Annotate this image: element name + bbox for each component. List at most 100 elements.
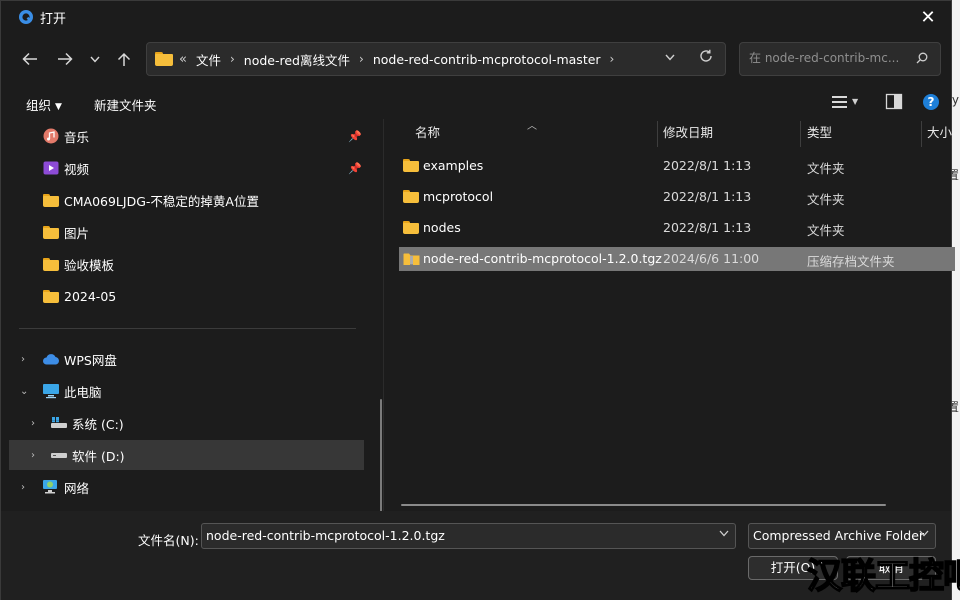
breadcrumb-separator[interactable]: › (230, 52, 235, 66)
sidebar-item-wps-drive[interactable]: › WPS网盘 (9, 344, 364, 374)
file-row[interactable]: mcprotocol 2022/8/1 1:13 文件夹 (399, 185, 955, 209)
sidebar-item-pictures[interactable]: 图片 (9, 217, 364, 247)
title-bar: 打开 ✕ (1, 1, 951, 33)
file-modified: 2022/8/1 1:13 (663, 158, 752, 173)
search-icon (916, 52, 928, 64)
sidebar-item-label: 图片 (64, 225, 90, 241)
arrow-right-icon (58, 52, 73, 66)
expand-chevron-icon[interactable]: › (31, 450, 35, 461)
folder-icon (403, 190, 419, 203)
folder-icon (403, 159, 419, 172)
file-row[interactable]: examples 2022/8/1 1:13 文件夹 (399, 154, 955, 178)
column-separator[interactable] (657, 121, 658, 147)
pin-icon: 📌 (348, 161, 362, 175)
sidebar-item-videos[interactable]: 视频 📌 (9, 153, 364, 183)
video-icon (43, 161, 59, 175)
back-button[interactable] (16, 47, 44, 71)
column-label: 修改日期 (663, 125, 714, 140)
computer-icon (43, 384, 59, 399)
horizontal-scrollbar[interactable] (401, 504, 886, 506)
sidebar-item-folder[interactable]: CMA069LJDG-不稳定的掉黄A位置 (9, 185, 364, 215)
preview-pane-icon[interactable] (885, 93, 905, 111)
sidebar-item-label: 音乐 (64, 129, 90, 145)
help-icon[interactable]: ? (921, 93, 941, 111)
navigation-pane: 音乐 📌 视频 📌 CMA069LJDG-不稳定的掉黄A位置 图片 验收模板 2… (9, 119, 382, 597)
file-type-value: Compressed Archive Folder (753, 528, 925, 543)
sidebar-item-drive-d[interactable]: › 软件 (D:) (9, 440, 364, 470)
column-separator[interactable] (800, 121, 801, 147)
sidebar-item-folder[interactable]: 验收模板 (9, 249, 364, 279)
filename-label: 文件名(N): (138, 533, 199, 548)
sidebar-item-music[interactable]: 音乐 📌 (9, 121, 364, 151)
breadcrumb-overflow[interactable]: « (179, 52, 187, 67)
search-box[interactable] (739, 42, 941, 76)
organize-label: 组织 (26, 98, 52, 113)
sidebar-item-folder[interactable]: 2024-05 (9, 281, 364, 311)
folder-icon (43, 193, 59, 207)
window-title: 打开 (40, 11, 67, 27)
view-caret-icon[interactable]: ▼ (852, 97, 858, 106)
file-type-select[interactable]: Compressed Archive Folder (748, 523, 936, 549)
column-label: 名称 (415, 125, 441, 140)
address-bar[interactable]: « 文件 › node-red离线文件 › node-red-contrib-m… (146, 42, 726, 76)
column-header-type[interactable]: 类型 (807, 119, 832, 147)
drive-d-icon (51, 453, 67, 458)
chevron-down-icon (90, 56, 100, 63)
view-options-icon[interactable] (831, 93, 851, 111)
breadcrumb-item[interactable]: node-red-contrib-mcprotocol-master (373, 52, 601, 67)
expand-chevron-icon[interactable]: › (21, 482, 25, 493)
sidebar-item-this-pc[interactable]: ⌄ 此电脑 (9, 376, 364, 406)
sort-ascending-icon: ︿ (527, 121, 537, 132)
zip-folder-icon (403, 253, 420, 265)
organize-menu[interactable]: 组织 ▼ (26, 95, 62, 114)
expand-chevron-icon[interactable]: › (31, 418, 35, 429)
file-type: 文件夹 (807, 223, 845, 238)
filename-combobox[interactable] (201, 523, 736, 549)
file-modified: 2024/6/6 11:00 (663, 251, 760, 266)
address-dropdown-button[interactable] (665, 51, 675, 64)
arrow-left-icon (22, 52, 37, 66)
sidebar-item-label: 软件 (D:) (72, 448, 125, 464)
music-icon (43, 128, 59, 144)
svg-text:?: ? (928, 95, 935, 109)
network-icon (43, 480, 57, 494)
folder-icon (43, 225, 59, 239)
pane-splitter[interactable] (383, 119, 384, 511)
file-name: nodes (423, 220, 461, 235)
folder-icon (403, 221, 419, 234)
collapse-chevron-icon[interactable]: ⌄ (20, 386, 28, 397)
breadcrumb-item[interactable]: 文件 (196, 50, 221, 69)
breadcrumb-separator[interactable]: › (359, 52, 364, 66)
up-button[interactable] (110, 47, 138, 71)
filename-input[interactable] (206, 528, 706, 543)
refresh-icon (700, 49, 712, 62)
expand-chevron-icon[interactable]: › (21, 354, 25, 365)
new-folder-button[interactable]: 新建文件夹 (94, 95, 157, 114)
sidebar-item-drive-c[interactable]: › 系统 (C:) (9, 408, 364, 438)
file-type: 压缩存档文件夹 (807, 254, 895, 269)
sidebar-divider (19, 328, 356, 329)
sidebar-item-label: 验收模板 (64, 257, 115, 273)
file-list: 名称 ︿ 修改日期 类型 大小 examples 2022/8/1 1:13 文… (397, 119, 955, 511)
breadcrumb-item[interactable]: node-red离线文件 (244, 50, 350, 69)
breadcrumb-separator[interactable]: › (610, 52, 615, 66)
column-header-modified[interactable]: 修改日期 (663, 119, 713, 147)
caret-down-icon: ▼ (55, 102, 62, 112)
navigation-bar: « 文件 › node-red离线文件 › node-red-contrib-m… (1, 41, 951, 79)
open-file-dialog: 打开 ✕ « 文件 › node-red离线文件 › node-red-cont… (0, 0, 955, 600)
column-header-name[interactable]: 名称 (415, 119, 440, 147)
forward-button[interactable] (51, 47, 79, 71)
refresh-button[interactable] (699, 49, 713, 67)
sidebar-item-network[interactable]: › 网络 (9, 472, 364, 502)
search-input[interactable] (749, 51, 909, 65)
recent-locations-button[interactable] (81, 47, 109, 71)
sidebar-item-label: 2024-05 (64, 288, 117, 304)
close-button[interactable]: ✕ (905, 1, 951, 33)
filename-dropdown-button[interactable] (719, 529, 729, 540)
column-separator[interactable] (921, 121, 922, 147)
column-header-size[interactable]: 大小 (927, 119, 952, 147)
file-row-selected[interactable]: node-red-contrib-mcprotocol-1.2.0.tgz 20… (399, 247, 955, 271)
arrow-up-icon (117, 52, 131, 66)
file-modified: 2022/8/1 1:13 (663, 189, 752, 204)
file-row[interactable]: nodes 2022/8/1 1:13 文件夹 (399, 216, 955, 240)
